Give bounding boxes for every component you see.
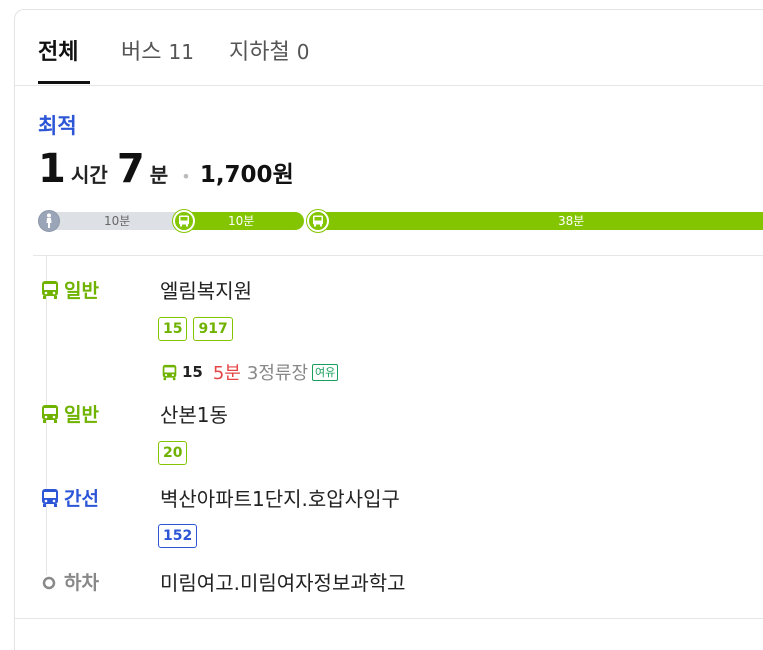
duration-hours: 1 [38,146,66,192]
route-progress-bar: 10분 10분 38분 [38,210,763,232]
bus-icon [173,210,195,232]
step-1-type-label: 일반 [64,280,99,302]
bus-icon [42,404,58,423]
fare: 1,700원 [199,162,294,188]
step-1-type: 일반 [40,276,99,303]
bus-segment-2: 38분 [308,212,763,230]
step-4-type: 하차 [40,568,99,595]
bus-segment-1-label: 10분 [228,214,255,228]
step-3-type: 간선 [40,484,99,511]
tab-subway[interactable]: 지하철 0 [229,34,309,66]
step-2-type: 일반 [40,400,99,427]
step-4-stop[interactable]: 미림여고.미림여자정보과학고 [160,567,406,596]
tab-all[interactable]: 전체 [38,34,78,66]
step-2-type-label: 일반 [64,404,99,426]
route-card: 전체 버스 11 지하철 0 최적 1 시간 7 분 • 1,700원 10분 … [14,9,763,650]
tab-bus-count: 11 [168,40,194,64]
step-2-routes: 20 [158,441,188,465]
tab-subway-label: 지하철 [229,40,290,65]
crowd-badge: 여유 [312,363,339,381]
route-badge[interactable]: 20 [158,441,188,465]
walk-segment-label: 10분 [104,214,131,228]
duration-hours-unit: 시간 [70,163,108,187]
bus-segment-2-label: 38분 [558,214,585,228]
section-divider [33,255,763,256]
best-route-label: 최적 [38,114,77,138]
arrival-route: 15 [182,363,203,381]
step-3-type-label: 간선 [64,488,99,510]
bus-icon [42,280,58,299]
arrival-stops: 3정류장 [246,363,309,384]
active-tab-indicator [38,81,90,84]
route-badge[interactable]: 917 [193,317,233,341]
duration-minutes-unit: 분 [149,163,169,187]
step-1-stop[interactable]: 엘림복지원 [160,275,252,304]
route-badge[interactable]: 152 [158,524,198,548]
card-bottom-divider [15,618,763,619]
bus-icon [307,210,329,232]
tab-bus[interactable]: 버스 11 [121,34,194,66]
tab-bar: 전체 버스 11 지하철 0 [15,10,763,86]
separator-dot: • [181,167,191,186]
step-2-stop[interactable]: 산본1동 [160,399,228,428]
tab-all-label: 전체 [38,40,79,65]
step-3-stop[interactable]: 벽산아파트1단지.호압사입구 [160,483,400,512]
route-summary: 1 시간 7 분 • 1,700원 [38,146,294,196]
step-3-routes: 152 [158,524,198,548]
duration-minutes: 7 [116,146,145,192]
bus-icon [162,364,177,380]
step-1-routes: 15 917 [158,317,233,341]
walking-person-icon [38,210,60,232]
bus-icon [42,488,58,507]
tab-bus-label: 버스 [121,40,162,65]
tab-subway-count: 0 [296,40,310,64]
circle-icon [42,576,56,589]
step-4-type-label: 하차 [64,572,99,594]
arrival-minutes: 5분 [212,363,241,384]
route-badge[interactable]: 15 [158,317,188,341]
arrival-info: 15 5분 3정류장 여유 [161,359,339,385]
